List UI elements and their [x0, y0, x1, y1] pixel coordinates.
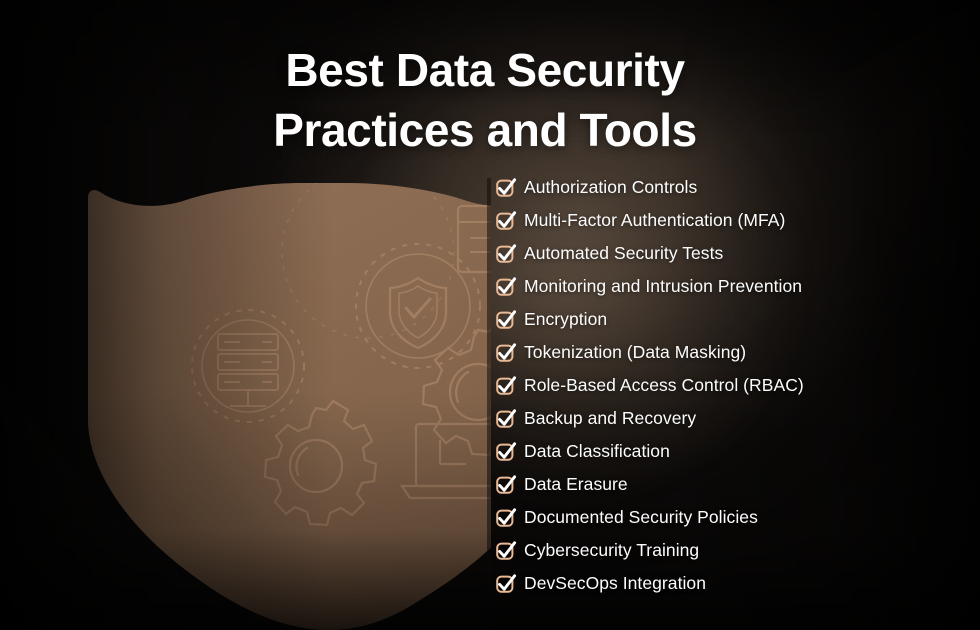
list-item: Monitoring and Intrusion Prevention [495, 270, 965, 303]
list-item: Multi-Factor Authentication (MFA) [495, 204, 965, 237]
page-title: Best Data Security Practices and Tools [273, 44, 697, 157]
list-item-label: DevSecOps Integration [524, 572, 706, 593]
list-item-label: Data Classification [524, 440, 670, 461]
list-item: Data Classification [495, 435, 965, 468]
list-item: Authorization Controls [495, 171, 965, 204]
list-item-label: Authorization Controls [524, 176, 698, 197]
list-item-label: Documented Security Policies [524, 506, 758, 527]
checkbox-checked-icon [495, 507, 517, 529]
list-item-label: Monitoring and Intrusion Prevention [524, 275, 803, 296]
list-item: Role-Based Access Control (RBAC) [495, 369, 965, 402]
checkbox-checked-icon [495, 210, 517, 232]
list-item-label: Backup and Recovery [524, 407, 697, 428]
list-item: Documented Security Policies [495, 501, 965, 534]
checkbox-checked-icon [495, 408, 517, 430]
checkbox-checked-icon [495, 540, 517, 562]
list-item: Tokenization (Data Masking) [495, 336, 965, 369]
list-item: Backup and Recovery [495, 402, 965, 435]
checkbox-checked-icon [495, 243, 517, 265]
list-item-label: Encryption [524, 308, 608, 329]
checkbox-checked-icon [495, 573, 517, 595]
list-item-label: Automated Security Tests [524, 242, 724, 263]
list-item-label: Tokenization (Data Masking) [524, 341, 747, 362]
checkbox-checked-icon [495, 276, 517, 298]
list-item-label: Role-Based Access Control (RBAC) [524, 374, 804, 395]
checkbox-checked-icon [495, 177, 517, 199]
checkbox-checked-icon [495, 474, 517, 496]
list-item: DevSecOps Integration [495, 567, 965, 600]
list-item-label: Data Erasure [524, 473, 628, 494]
security-practices-checklist: Authorization Controls Multi-Factor Authe… [495, 171, 965, 600]
checkbox-checked-icon [495, 441, 517, 463]
list-item: Cybersecurity Training [495, 534, 965, 567]
checkbox-checked-icon [495, 342, 517, 364]
list-item-label: Cybersecurity Training [524, 539, 700, 560]
list-item: Automated Security Tests [495, 237, 965, 270]
poster-canvas: Best Data Security Practices and Tools A… [0, 0, 980, 630]
list-item: Data Erasure [495, 468, 965, 501]
checkbox-checked-icon [495, 375, 517, 397]
checkbox-checked-icon [495, 309, 517, 331]
list-item: Encryption [495, 303, 965, 336]
list-item-label: Multi-Factor Authentication (MFA) [524, 209, 786, 230]
